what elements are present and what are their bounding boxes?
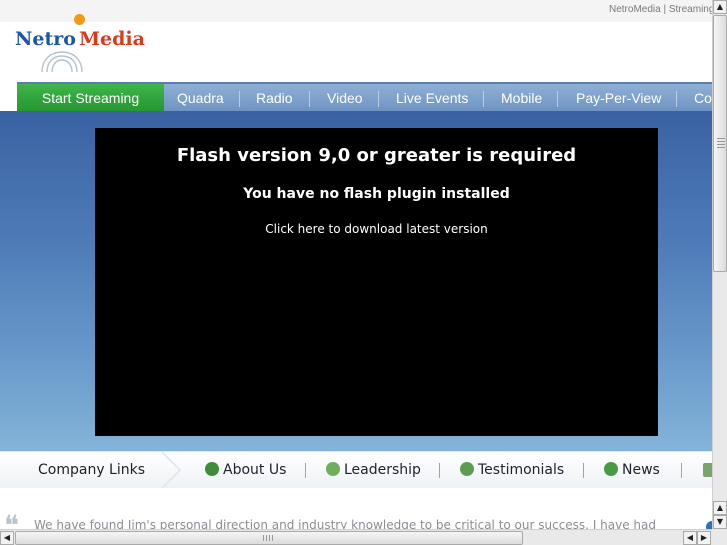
nav-separator (557, 91, 558, 107)
netromedia-logo[interactable]: Netro Media (14, 14, 145, 76)
vertical-scroll-thumb[interactable] (713, 15, 727, 272)
link-news[interactable]: News (604, 462, 660, 478)
nav-pay-per-view[interactable]: Pay-Per-View (576, 84, 661, 113)
link-testimonials[interactable]: Testimonials (460, 462, 564, 478)
main-nav: Start Streaming Quadra Radio Video Live … (17, 82, 712, 113)
scroll-right-button[interactable]: ▶ (697, 531, 711, 545)
link-separator (681, 463, 682, 478)
vertical-scrollbar[interactable]: ▲ ▲ ▼ (712, 0, 727, 529)
flash-heading: Flash version 9,0 or greater is required (176, 145, 577, 166)
horizontal-scroll-thumb[interactable] (15, 531, 523, 545)
testimonial-text: We have found Jim's personal direction a… (34, 518, 657, 529)
grip-line (269, 535, 270, 541)
flash-placeholder: Flash version 9,0 or greater is required… (95, 128, 658, 436)
help-icon (205, 462, 219, 476)
scroll-left-button[interactable]: ◀ (0, 531, 14, 545)
grip-line (717, 141, 725, 142)
nav-live-events[interactable]: Live Events (396, 84, 468, 113)
testimonial-strip: ❝ We have found Jim's personal direction… (0, 488, 712, 529)
chevron-right-icon (161, 452, 182, 488)
nav-separator (483, 91, 484, 107)
quote-mark-icon: ❝ (4, 509, 20, 530)
scroll-up-button-lower[interactable]: ▲ (713, 501, 727, 515)
leadership-icon (326, 462, 340, 476)
company-links-label: Company Links (38, 462, 146, 478)
flash-download-link[interactable]: Click here to download latest version (95, 222, 658, 236)
nav-radio[interactable]: Radio (256, 84, 293, 113)
scrollbar-corner (712, 529, 727, 545)
horizontal-scrollbar[interactable]: ◀ ◀ ▶ (0, 529, 712, 545)
scroll-up-button[interactable]: ▲ (713, 0, 727, 14)
speech-bubble-icon (604, 462, 618, 476)
nav-quadra[interactable]: Quadra (177, 84, 224, 113)
link-separator (583, 463, 584, 478)
nav-video[interactable]: Video (327, 84, 363, 113)
grip-line (717, 144, 725, 145)
grip-line (717, 138, 725, 139)
nav-separator (676, 91, 677, 107)
scroll-down-button[interactable]: ▼ (713, 515, 727, 529)
logo-dot (74, 14, 85, 25)
link-leadership-label: Leadership (344, 462, 421, 478)
people-icon (460, 462, 474, 476)
nav-separator (378, 91, 379, 107)
nav-mobile[interactable]: Mobile (501, 84, 542, 113)
grip-line (266, 535, 267, 541)
nav-separator (309, 91, 310, 107)
logo-text-netro: Netro (15, 28, 76, 50)
logo-wave-icon (41, 51, 83, 73)
grip-line (717, 147, 725, 148)
grip-line (272, 535, 273, 541)
nav-separator (239, 91, 240, 107)
more-link-icon (703, 463, 712, 477)
link-news-label: News (622, 462, 660, 478)
link-about-us[interactable]: About Us (205, 462, 286, 478)
nav-contact[interactable]: Co (694, 84, 712, 113)
browser-viewport: NetroMedia | Streaming Netro Media Start… (0, 0, 712, 529)
top-links[interactable]: NetroMedia | Streaming (609, 4, 712, 15)
link-separator (439, 463, 440, 478)
link-testimonials-label: Testimonials (478, 462, 565, 478)
link-about-us-label: About Us (223, 462, 287, 478)
grip-line (263, 535, 264, 541)
nav-start-streaming[interactable]: Start Streaming (17, 84, 164, 113)
company-links-bar: Company Links About Us Leadership Testim… (0, 451, 712, 489)
link-leadership[interactable]: Leadership (326, 462, 421, 478)
logo-text-media: Media (79, 28, 145, 50)
link-separator (305, 463, 306, 478)
flash-subheading: You have no flash plugin installed (243, 186, 510, 202)
scroll-left-button-right[interactable]: ◀ (683, 531, 697, 545)
